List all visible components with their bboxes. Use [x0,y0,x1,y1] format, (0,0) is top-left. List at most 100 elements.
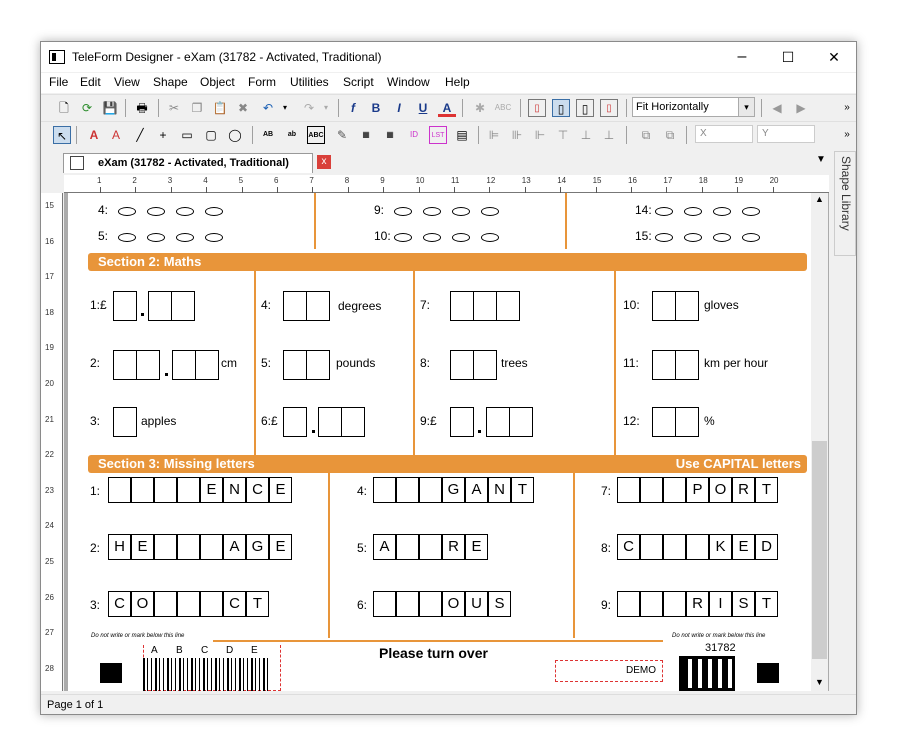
print-icon[interactable]: 🖶 [133,99,151,117]
letter-box[interactable] [373,477,396,503]
menu-help[interactable]: Help [445,75,470,89]
digit-box[interactable] [113,350,137,380]
letter-box[interactable]: U [465,591,488,617]
chevron-down-icon[interactable]: ▾ [738,98,754,116]
menu-utilities[interactable]: Utilities [290,75,329,89]
letter-box[interactable]: A [465,477,488,503]
letter-box[interactable] [131,477,154,503]
answer-bubble[interactable] [423,233,441,242]
scroll-down-icon[interactable]: ▼ [815,677,824,687]
letter-box[interactable]: S [488,591,511,617]
digit-box[interactable] [450,291,474,321]
letter-box[interactable] [154,534,177,560]
letter-box[interactable]: D [755,534,778,560]
x-coordinate-field[interactable]: X [695,125,753,143]
menu-script[interactable]: Script [343,75,374,89]
letter-box[interactable] [154,477,177,503]
undo-dropdown-icon[interactable]: ▾ [276,99,294,117]
letter-box[interactable] [177,534,200,560]
digit-box[interactable] [675,291,699,321]
letter-box[interactable]: E [465,534,488,560]
letter-box[interactable]: I [709,591,732,617]
cross-tool-icon[interactable]: + [154,126,172,144]
letter-box[interactable] [663,591,686,617]
text-tool-alt-icon[interactable]: A [107,126,125,144]
letter-box[interactable] [419,591,442,617]
digit-box[interactable] [473,291,497,321]
minimize-button[interactable]: – [719,42,765,72]
letter-box[interactable]: S [732,591,755,617]
close-button[interactable]: ✕ [811,42,857,72]
letter-box[interactable] [663,477,686,503]
back-arrow-icon[interactable]: ◀ [768,99,786,117]
list-field-icon[interactable]: LST [429,126,447,144]
align-right-icon[interactable]: ⊩ [531,126,549,144]
rectangle-tool-icon[interactable]: ▭ [178,126,196,144]
digit-box[interactable] [283,407,307,437]
letter-box[interactable] [617,477,640,503]
underline-icon[interactable]: U [414,99,432,117]
choice-field-icon[interactable]: ▦ [357,126,375,144]
digit-box[interactable] [306,291,330,321]
image-zone-icon[interactable]: ✎ [333,126,351,144]
answer-bubble[interactable] [713,233,731,242]
digit-box[interactable] [486,407,510,437]
menu-shape[interactable]: Shape [153,75,188,89]
letter-box[interactable]: T [246,591,269,617]
group-icon[interactable]: ⧉ [637,126,655,144]
letter-box[interactable] [108,477,131,503]
letter-box[interactable] [617,591,640,617]
rounded-rect-tool-icon[interactable]: ▢ [202,126,220,144]
letter-box[interactable]: T [511,477,534,503]
answer-bubble[interactable] [684,233,702,242]
font-icon[interactable]: f [344,99,362,117]
letter-box[interactable]: O [442,591,465,617]
text-color-icon[interactable]: A [438,99,456,117]
toolbar-overflow-icon[interactable]: » [838,99,856,117]
digit-box[interactable] [113,407,137,437]
undo-icon[interactable]: ↶ [259,99,277,117]
digit-box[interactable] [652,350,676,380]
redo-icon[interactable]: ↷ [300,99,318,117]
digit-box[interactable] [195,350,219,380]
page-prev-icon[interactable]: ▯ [528,99,546,117]
ellipse-tool-icon[interactable]: ◯ [226,126,244,144]
digit-box[interactable] [450,407,474,437]
letter-box[interactable]: E [200,477,223,503]
letter-box[interactable]: K [709,534,732,560]
letter-box[interactable]: R [686,591,709,617]
letter-box[interactable]: G [442,477,465,503]
letter-box[interactable]: H [108,534,131,560]
tab-close-icon[interactable]: x [317,155,331,169]
menu-form[interactable]: Form [248,75,276,89]
answer-bubble[interactable] [713,207,731,216]
digit-box[interactable] [450,350,474,380]
answer-bubble[interactable] [452,233,470,242]
menu-object[interactable]: Object [200,75,235,89]
menu-window[interactable]: Window [387,75,430,89]
spell-icon[interactable]: ✱ [471,99,489,117]
form-canvas[interactable]: 4: 9: 14: 5: 10: 15: Section 2: Maths 1:£ 2: cm 3:… [64,193,829,691]
letter-box[interactable]: E [732,534,755,560]
letter-box[interactable] [640,477,663,503]
text-tool-icon[interactable]: A [85,126,103,144]
page-view-icon[interactable]: ▯ [552,99,570,117]
align-center-icon[interactable]: ⊪ [508,126,526,144]
toolbar-overflow-icon[interactable]: » [838,126,856,144]
letter-box[interactable] [396,477,419,503]
answer-bubble[interactable] [205,233,223,242]
line-tool-icon[interactable]: ╱ [131,126,149,144]
letter-box[interactable] [686,534,709,560]
ocr-field-icon[interactable]: ABC [307,126,325,144]
letter-box[interactable] [373,591,396,617]
scrollbar-thumb[interactable] [812,441,827,659]
maximize-button[interactable]: ☐ [765,42,811,72]
answer-bubble[interactable] [655,207,673,216]
digit-box[interactable] [509,407,533,437]
letter-box[interactable]: E [269,534,292,560]
digit-box[interactable] [496,291,520,321]
answer-bubble[interactable] [176,233,194,242]
document-tab[interactable]: eXam (31782 - Activated, Traditional) [63,153,313,173]
digit-box[interactable] [113,291,137,321]
align-left-icon[interactable]: ⊫ [485,126,503,144]
